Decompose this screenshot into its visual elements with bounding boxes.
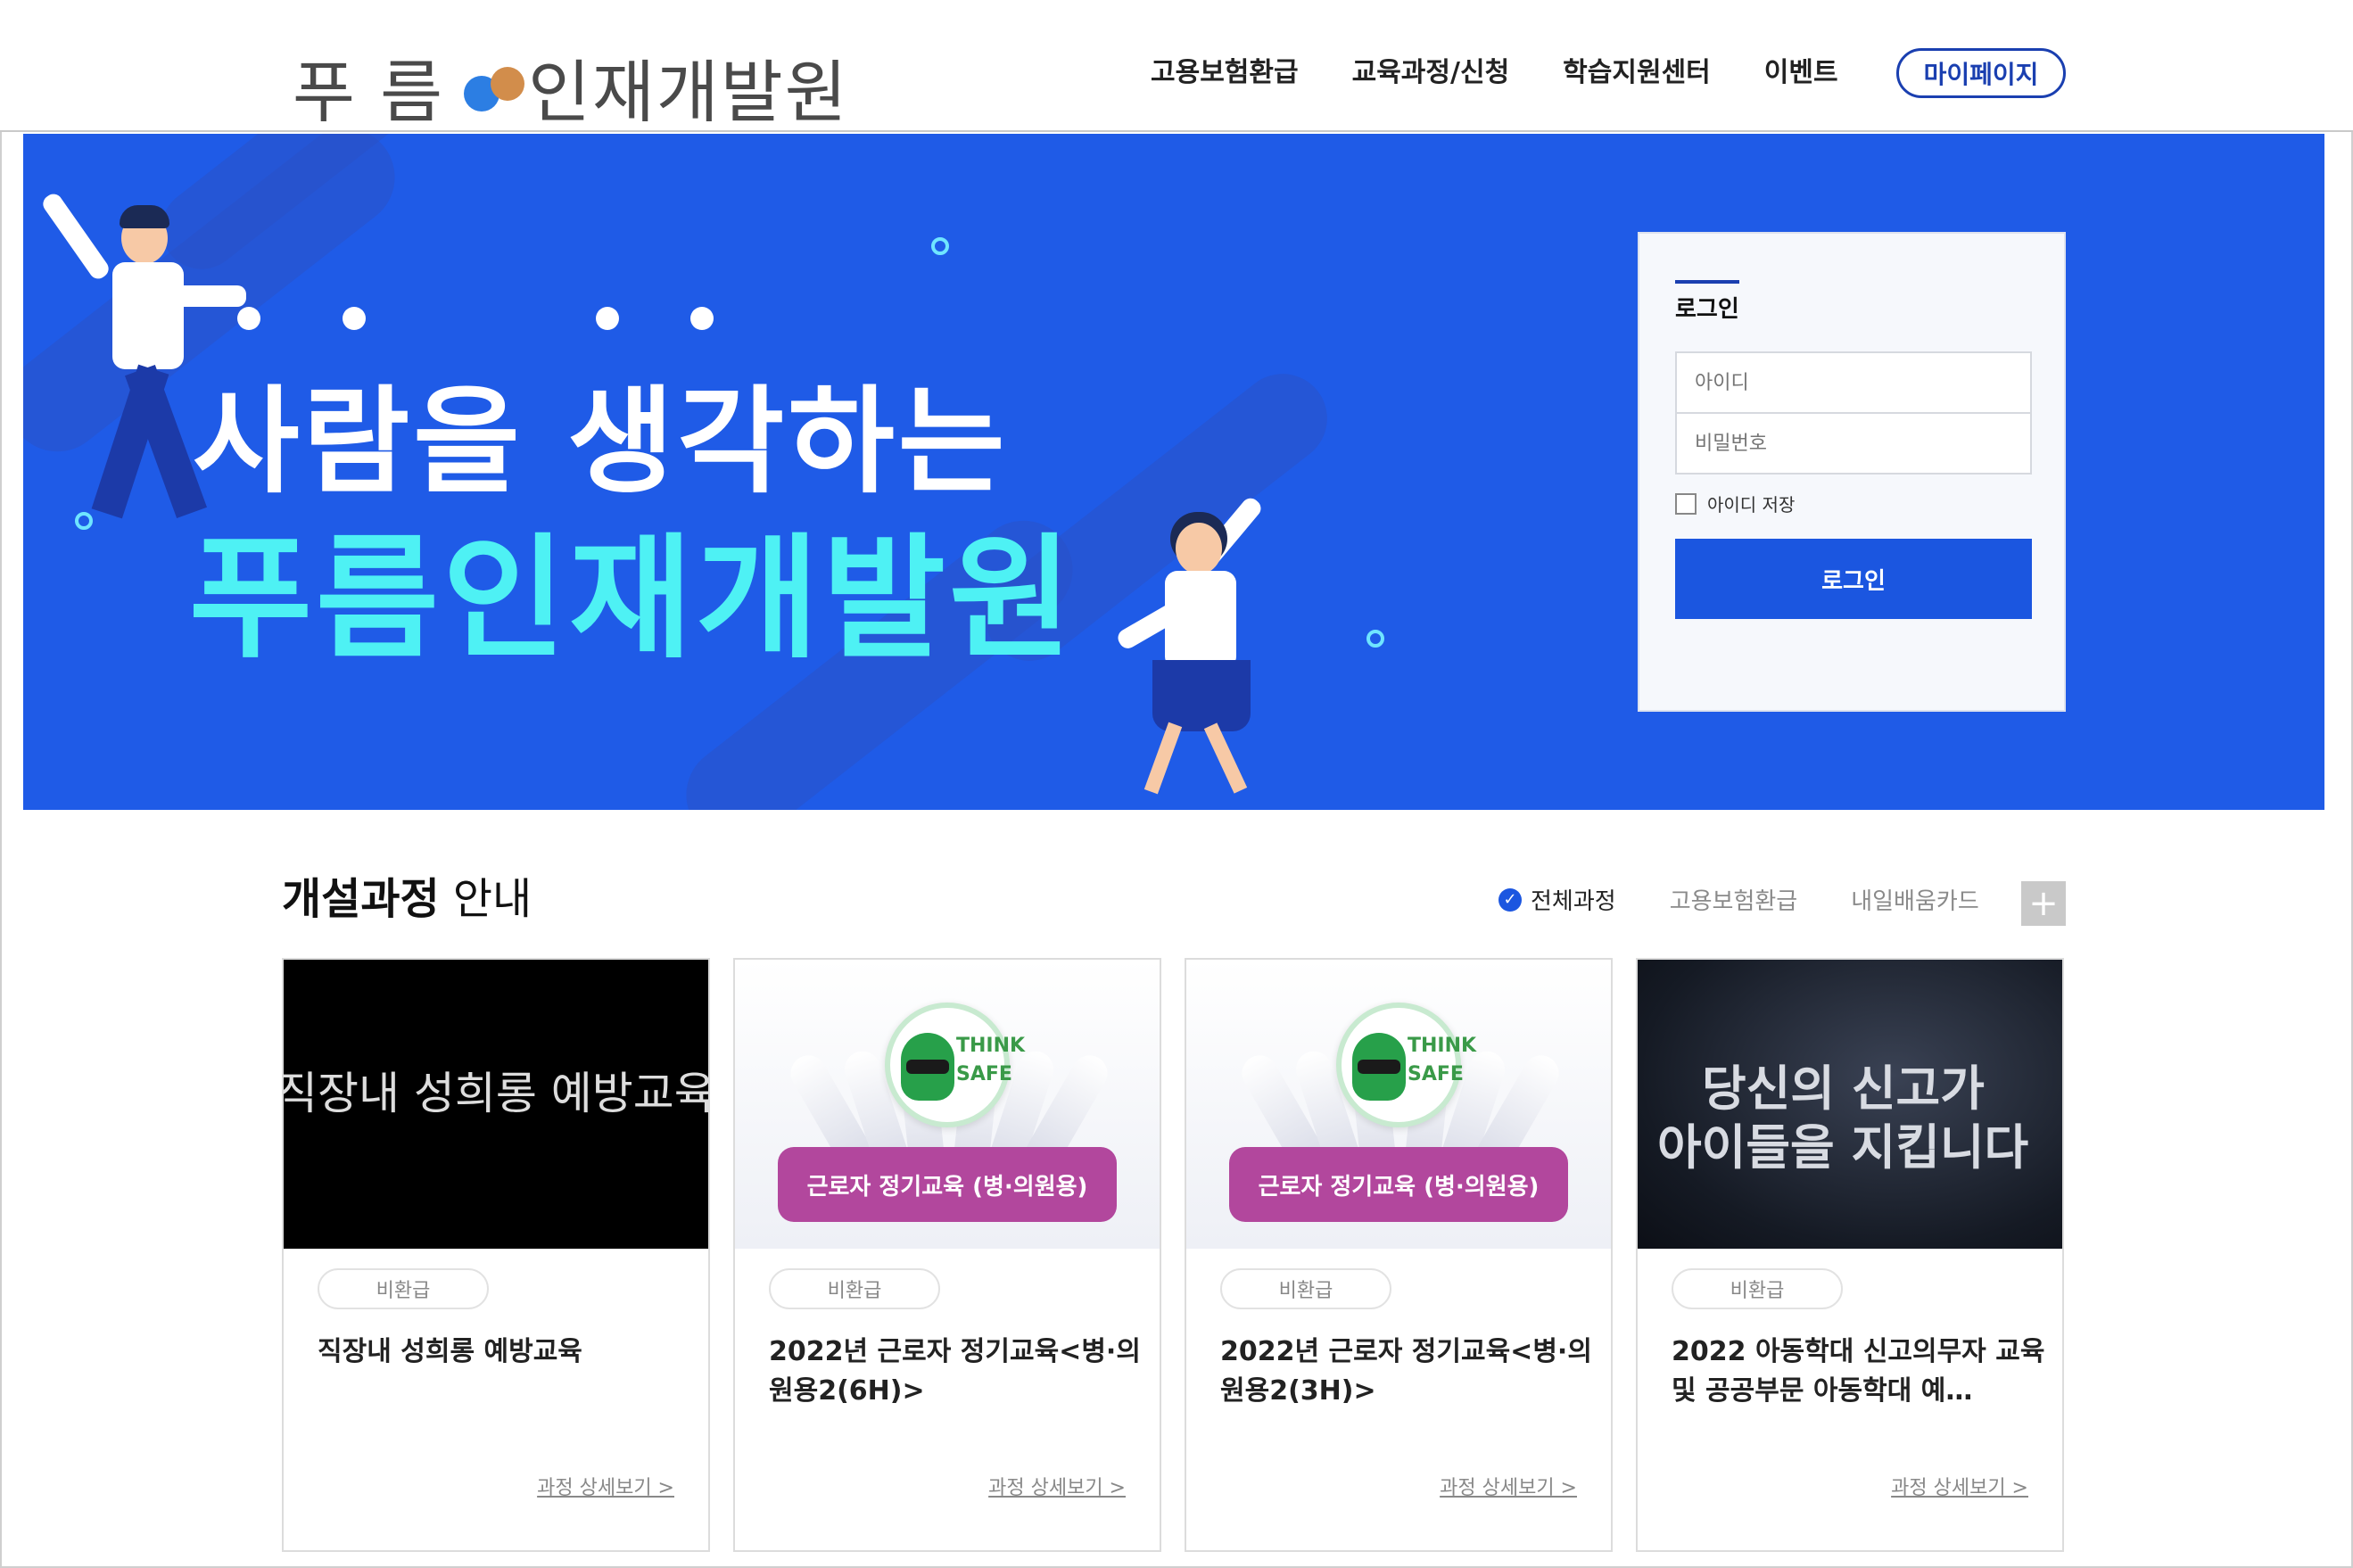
- decor-ring: [1366, 630, 1384, 648]
- decor-dot: [343, 307, 366, 330]
- hero-brand-name: 푸름인재개발원: [189, 522, 1077, 677]
- course-detail-link[interactable]: 과정 상세보기 >: [1891, 1472, 2028, 1500]
- main-nav: 고용보험환급 교육과정/신청 학습지원센터 이벤트: [1151, 50, 1892, 89]
- course-detail-link[interactable]: 과정 상세보기 >: [537, 1472, 674, 1500]
- course-card[interactable]: 당신의 신고가 아이들을 지킵니다 비환급 2022 아동학대 신고의무자 교육…: [1636, 958, 2064, 1552]
- course-title: 직장내 성희롱 예방교육: [318, 1336, 582, 1367]
- section-title: 개설과정 안내: [282, 863, 532, 926]
- login-title: 로그인: [1675, 280, 1739, 324]
- mypage-button[interactable]: 마이페이지: [1896, 48, 2066, 98]
- thumbnail-pill: 근로자 정기교육 (병·의원용): [1229, 1147, 1568, 1222]
- badge-word-bottom: SAFE: [1408, 1063, 1464, 1085]
- course-title: 2022년 근로자 정기교육<병·의원용2(3H)>: [1220, 1336, 1592, 1407]
- nav-item-learning-center[interactable]: 학습지원센터: [1563, 50, 1711, 89]
- filter-tomorrow-card[interactable]: 내일배움카드: [1851, 883, 1979, 916]
- badge-word-bottom: SAFE: [956, 1063, 1012, 1085]
- nav-item-courses[interactable]: 교육과정/신청: [1352, 50, 1510, 89]
- remember-id[interactable]: 아이디 저장: [1675, 491, 1795, 516]
- decor-dot: [237, 307, 260, 330]
- more-courses-button[interactable]: +: [2021, 881, 2066, 926]
- course-title: 2022 아동학대 신고의무자 교육 및 공공부문 아동학대 예…: [1672, 1336, 2045, 1407]
- badge-word-top: THINK: [956, 1035, 1026, 1057]
- password-input[interactable]: [1675, 412, 2032, 475]
- section-title-rest: 안내: [439, 874, 533, 924]
- think-safe-logo: THINK SAFE: [1336, 1003, 1476, 1127]
- badge-word-top: THINK: [1408, 1035, 1477, 1057]
- logo-dots-icon: [446, 60, 526, 113]
- login-button[interactable]: 로그인: [1675, 539, 2032, 619]
- logo-text-left: 푸 름: [293, 53, 444, 132]
- refund-status-badge: 비환급: [1672, 1268, 1843, 1309]
- site-logo[interactable]: 푸 름 인재개발원: [293, 46, 849, 132]
- course-thumbnail: THINK SAFE 근로자 정기교육 (병·의원용): [1186, 960, 1611, 1249]
- user-id-input[interactable]: [1675, 351, 2032, 414]
- course-card[interactable]: 직장내 성희롱 예방교육 비환급 직장내 성희롱 예방교육 과정 상세보기 >: [282, 958, 710, 1552]
- decor-dot: [690, 307, 714, 330]
- thumbnail-pill: 근로자 정기교육 (병·의원용): [778, 1147, 1117, 1222]
- course-thumbnail: 직장내 성희롱 예방교육: [284, 960, 708, 1249]
- woman-illustration: [1102, 482, 1299, 803]
- course-card[interactable]: THINK SAFE 근로자 정기교육 (병·의원용) 비환급 2022년 근로…: [1185, 958, 1613, 1552]
- course-detail-link[interactable]: 과정 상세보기 >: [1440, 1472, 1577, 1500]
- filter-all-courses[interactable]: ✓ 전체과정: [1498, 883, 1616, 916]
- course-card[interactable]: THINK SAFE 근로자 정기교육 (병·의원용) 비환급 2022년 근로…: [733, 958, 1161, 1552]
- logo-text-right: 인재개발원: [528, 53, 849, 132]
- course-detail-link[interactable]: 과정 상세보기 >: [988, 1472, 1126, 1500]
- section-title-bold: 개설과정: [282, 874, 440, 924]
- refund-status-badge: 비환급: [318, 1268, 489, 1309]
- remember-id-label: 아이디 저장: [1707, 494, 1796, 516]
- course-title: 2022년 근로자 정기교육<병·의원용2(6H)>: [769, 1336, 1141, 1407]
- course-thumbnail: 당신의 신고가 아이들을 지킵니다: [1638, 960, 2062, 1249]
- think-safe-logo: THINK SAFE: [885, 1003, 1025, 1127]
- filter-label: 전체과정: [1531, 888, 1616, 915]
- decor-dot: [596, 307, 619, 330]
- login-panel: 로그인 아이디 저장 로그인: [1638, 232, 2066, 712]
- filter-insurance-refund[interactable]: 고용보험환급: [1670, 883, 1798, 916]
- thumbnail-caption: 직장내 성희롱 예방교육: [284, 1068, 708, 1119]
- check-circle-icon: ✓: [1498, 887, 1522, 912]
- remember-id-checkbox[interactable]: [1675, 492, 1697, 515]
- man-illustration: [39, 169, 246, 544]
- nav-item-events[interactable]: 이벤트: [1764, 50, 1838, 89]
- nav-item-insurance-refund[interactable]: 고용보험환급: [1151, 50, 1299, 89]
- course-thumbnail: THINK SAFE 근로자 정기교육 (병·의원용): [735, 960, 1160, 1249]
- thumbnail-caption-line2: 아이들을 지킵니다: [1657, 1119, 2029, 1176]
- refund-status-badge: 비환급: [1220, 1268, 1391, 1309]
- decor-ring: [931, 237, 949, 255]
- course-filters: ✓ 전체과정 고용보험환급 내일배움카드: [1498, 883, 2033, 916]
- site-header: 푸 름 인재개발원 고용보험환급 교육과정/신청 학습지원센터 이벤트 마이페이…: [0, 0, 2353, 132]
- refund-status-badge: 비환급: [769, 1268, 940, 1309]
